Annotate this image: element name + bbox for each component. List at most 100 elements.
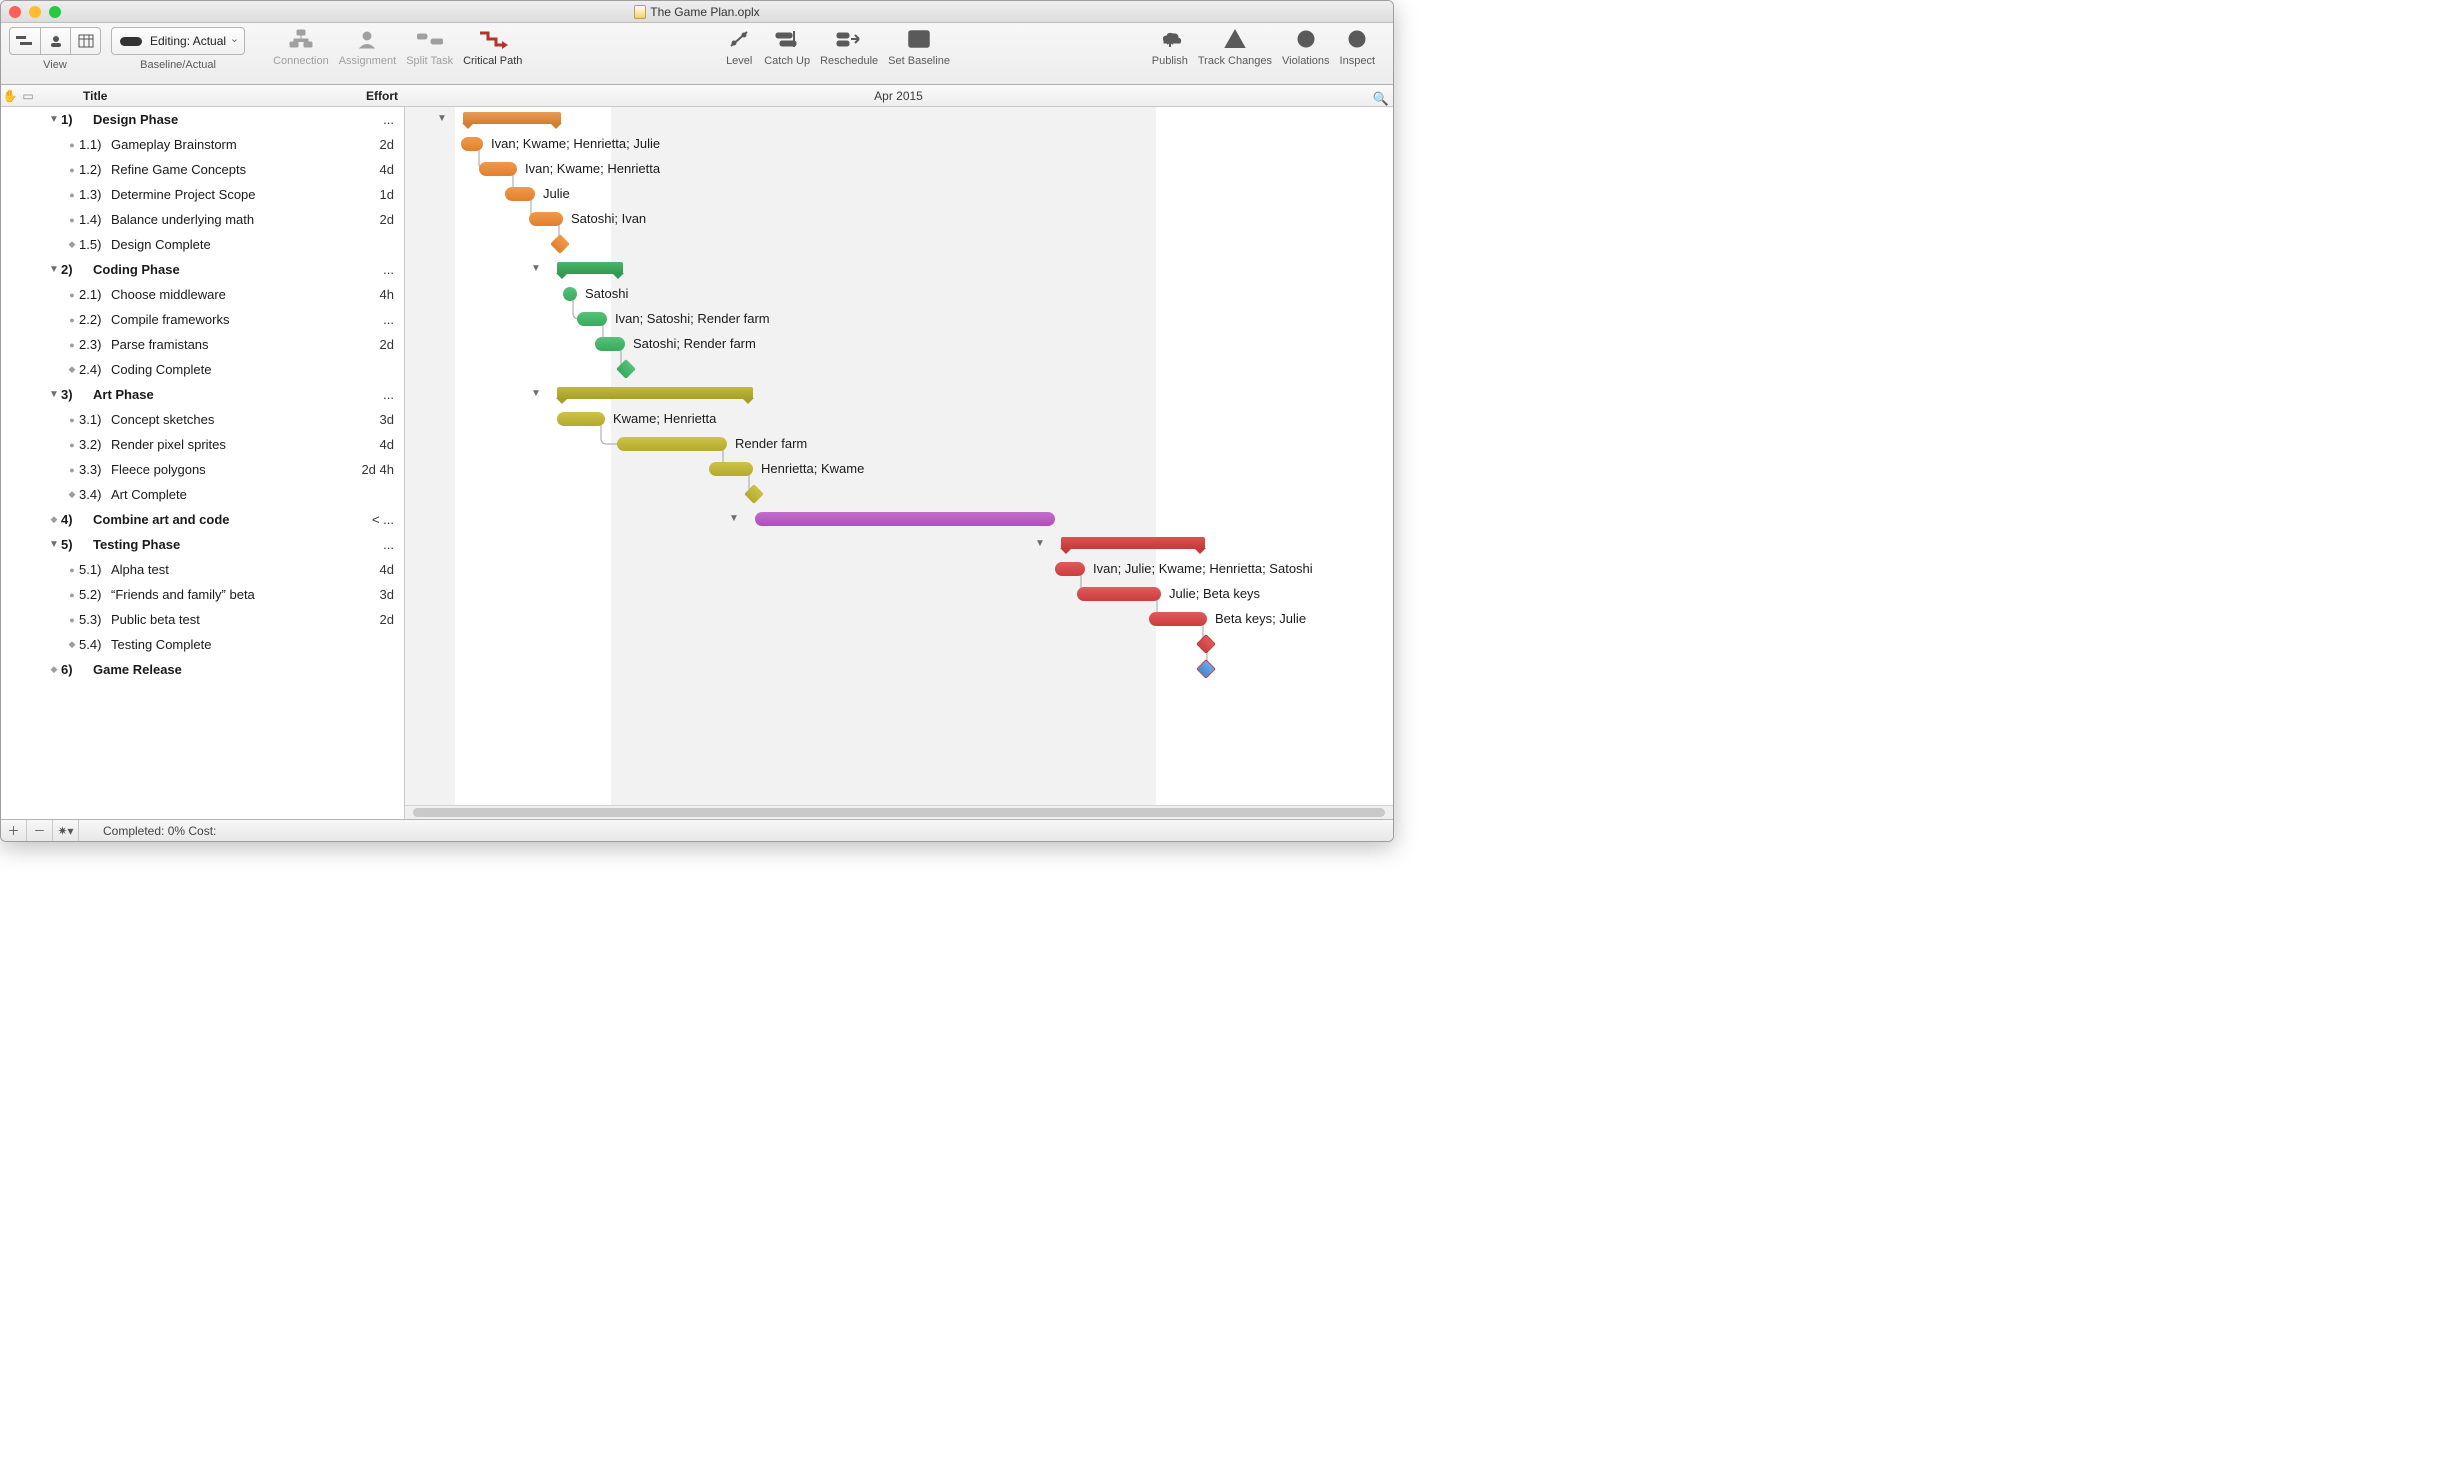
task-row[interactable]: ●3.3) Fleece polygons2d 4h: [1, 457, 404, 482]
gantt-row[interactable]: [405, 632, 1393, 657]
titlebar[interactable]: The Game Plan.oplx: [1, 1, 1393, 23]
gantt-task-bar[interactable]: [461, 137, 483, 151]
gantt-task-bar[interactable]: [595, 337, 625, 351]
gantt-row[interactable]: Ivan; Kwame; Henrietta; Julie: [405, 132, 1393, 157]
track-changes-icon[interactable]: [1220, 27, 1250, 51]
summary-disclosure-icon[interactable]: ▼: [531, 388, 541, 399]
remove-button[interactable]: －: [27, 820, 53, 841]
zoom-icon[interactable]: [49, 6, 61, 18]
gantt-row[interactable]: ▼: [405, 507, 1393, 532]
gantt-row[interactable]: Julie; Beta keys: [405, 582, 1393, 607]
task-row[interactable]: ●5.2) “Friends and family” beta3d: [1, 582, 404, 607]
search-icon[interactable]: 🔍: [1373, 91, 1389, 107]
task-effort[interactable]: < ...: [342, 512, 404, 527]
gantt-row[interactable]: ▼: [405, 532, 1393, 557]
task-effort[interactable]: 2d: [342, 137, 404, 152]
task-row[interactable]: ●2.2) Compile frameworks...: [1, 307, 404, 332]
task-row[interactable]: ▼5) Testing Phase...: [1, 532, 404, 557]
task-name[interactable]: Design Phase: [93, 112, 342, 127]
gantt-task-bar[interactable]: [529, 212, 563, 226]
gantt-chart[interactable]: ▼Ivan; Kwame; Henrietta; JulieIvan; Kwam…: [405, 107, 1393, 819]
task-effort[interactable]: 2d 4h: [342, 462, 404, 477]
gantt-row[interactable]: Julie: [405, 182, 1393, 207]
task-row[interactable]: ●1.2) Refine Game Concepts4d: [1, 157, 404, 182]
task-name[interactable]: Testing Phase: [93, 537, 342, 552]
effort-column-header[interactable]: Effort: [342, 89, 404, 103]
gantt-row[interactable]: Satoshi; Ivan: [405, 207, 1393, 232]
task-effort[interactable]: 2d: [342, 612, 404, 627]
task-effort[interactable]: ...: [342, 112, 404, 127]
gantt-milestone[interactable]: [550, 234, 570, 254]
task-row[interactable]: ◆1.5) Design Complete: [1, 232, 404, 257]
gantt-task-bar[interactable]: [1077, 587, 1161, 601]
task-name[interactable]: Coding Complete: [111, 362, 342, 377]
action-menu-button[interactable]: ✷▾: [53, 820, 79, 841]
task-effort[interactable]: 4d: [342, 437, 404, 452]
close-icon[interactable]: [9, 6, 21, 18]
gantt-summary-bar[interactable]: [557, 387, 753, 399]
task-name[interactable]: Balance underlying math: [111, 212, 342, 227]
task-row[interactable]: ●1.1) Gameplay Brainstorm2d: [1, 132, 404, 157]
gantt-row[interactable]: [405, 482, 1393, 507]
level-icon[interactable]: [724, 27, 754, 51]
task-row[interactable]: ▼2) Coding Phase...: [1, 257, 404, 282]
notes-column-icon[interactable]: ▭: [19, 89, 37, 103]
gantt-task-bar[interactable]: [577, 312, 607, 326]
gantt-row[interactable]: Kwame; Henrietta: [405, 407, 1393, 432]
gantt-task-bar[interactable]: [479, 162, 517, 176]
task-row[interactable]: ▼1) Design Phase...: [1, 107, 404, 132]
task-effort[interactable]: 2d: [342, 337, 404, 352]
task-row[interactable]: ●1.3) Determine Project Scope1d: [1, 182, 404, 207]
disclosure-icon[interactable]: ▼: [47, 264, 61, 275]
task-effort[interactable]: 4h: [342, 287, 404, 302]
scrollbar-thumb[interactable]: [413, 808, 1385, 817]
summary-disclosure-icon[interactable]: ▼: [1035, 538, 1045, 549]
task-row[interactable]: ●5.3) Public beta test2d: [1, 607, 404, 632]
gantt-row[interactable]: Satoshi: [405, 282, 1393, 307]
disclosure-icon[interactable]: ▼: [47, 114, 61, 125]
task-name[interactable]: Game Release: [93, 662, 342, 677]
gantt-summary-bar[interactable]: [1061, 537, 1205, 549]
add-button[interactable]: ＋: [1, 820, 27, 841]
gantt-row[interactable]: ▼: [405, 257, 1393, 282]
task-effort[interactable]: 3d: [342, 587, 404, 602]
summary-disclosure-icon[interactable]: ▼: [531, 263, 541, 274]
task-row[interactable]: ◆6) Game Release: [1, 657, 404, 682]
timeline-header[interactable]: Apr 2015 🔍: [404, 89, 1393, 103]
gantt-row[interactable]: [405, 357, 1393, 382]
task-name[interactable]: Combine art and code: [93, 512, 342, 527]
task-effort[interactable]: ...: [342, 387, 404, 402]
gantt-task-bar[interactable]: [755, 512, 1055, 526]
critical-path-icon[interactable]: [478, 27, 508, 51]
gantt-row[interactable]: Beta keys; Julie: [405, 607, 1393, 632]
task-row[interactable]: ●5.1) Alpha test4d: [1, 557, 404, 582]
gantt-row[interactable]: Henrietta; Kwame: [405, 457, 1393, 482]
gantt-row[interactable]: Satoshi; Render farm: [405, 332, 1393, 357]
task-name[interactable]: Design Complete: [111, 237, 342, 252]
task-name[interactable]: “Friends and family” beta: [111, 587, 342, 602]
gantt-task-bar[interactable]: [617, 437, 727, 451]
task-effort[interactable]: ...: [342, 537, 404, 552]
publish-icon[interactable]: [1155, 27, 1185, 51]
task-effort[interactable]: 3d: [342, 412, 404, 427]
task-name[interactable]: Render pixel sprites: [111, 437, 342, 452]
calendar-view-button[interactable]: [71, 27, 101, 55]
task-name[interactable]: Alpha test: [111, 562, 342, 577]
gantt-row[interactable]: ▼: [405, 382, 1393, 407]
gantt-row[interactable]: [405, 657, 1393, 682]
disclosure-icon[interactable]: ▼: [47, 389, 61, 400]
summary-disclosure-icon[interactable]: ▼: [729, 513, 739, 524]
disclosure-icon[interactable]: ▼: [47, 539, 61, 550]
assignment-icon[interactable]: [352, 27, 382, 51]
gantt-milestone[interactable]: [744, 484, 764, 504]
task-name[interactable]: Art Complete: [111, 487, 342, 502]
task-name[interactable]: Compile frameworks: [111, 312, 342, 327]
title-column-header[interactable]: Title: [37, 89, 342, 103]
summary-disclosure-icon[interactable]: ▼: [437, 113, 447, 124]
reschedule-icon[interactable]: [834, 27, 864, 51]
gantt-milestone[interactable]: [1196, 634, 1216, 654]
task-effort[interactable]: 1d: [342, 187, 404, 202]
gantt-task-bar[interactable]: [557, 412, 605, 426]
connection-icon[interactable]: [286, 27, 316, 51]
task-effort[interactable]: ...: [342, 262, 404, 277]
